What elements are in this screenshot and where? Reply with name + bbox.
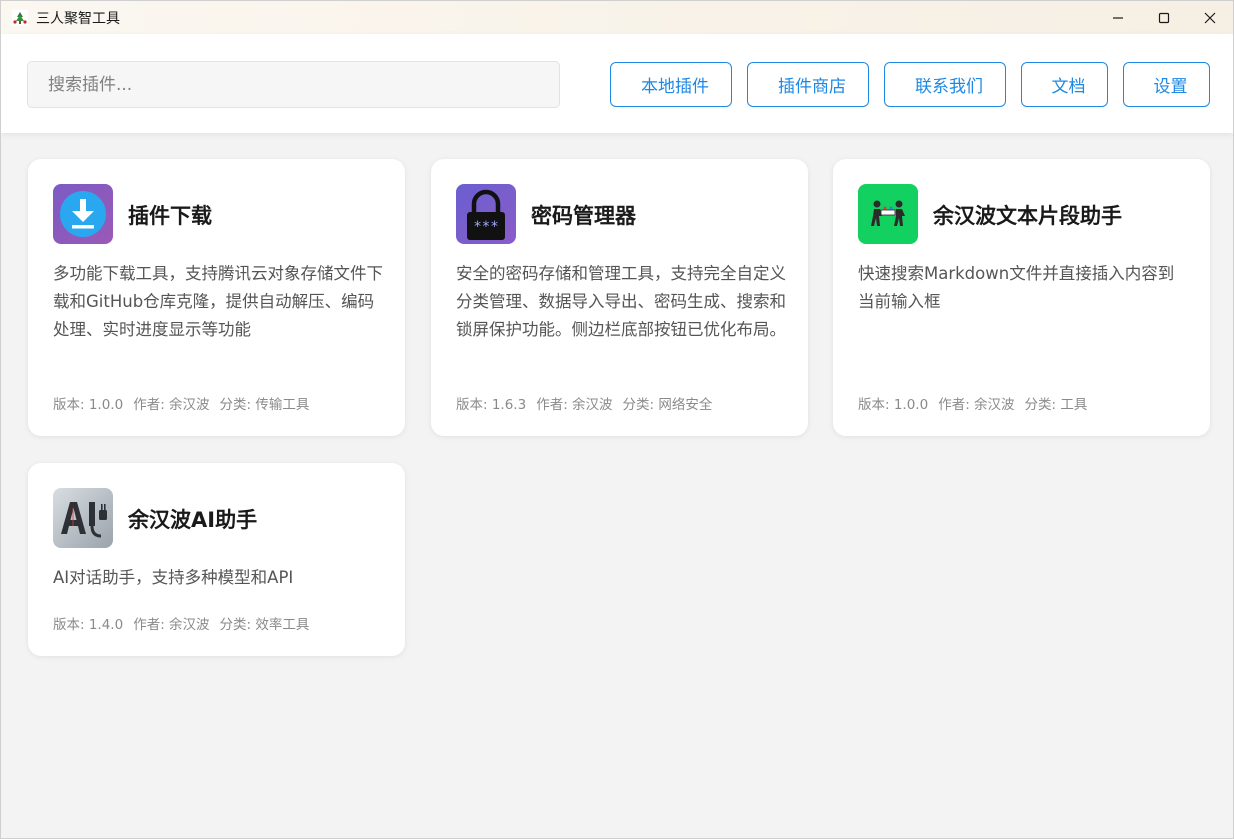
plugin-author: 作者: 余汉波	[938, 397, 1015, 413]
plugin-description: 多功能下载工具，支持腾讯云对象存储文件下载和GitHub仓库克隆，提供自动解压、…	[53, 264, 383, 339]
plugin-description: 安全的密码存储和管理工具，支持完全自定义分类管理、数据导入导出、密码生成、搜索和…	[456, 264, 786, 339]
plugin-version: 版本: 1.4.0	[53, 617, 124, 633]
plugin-meta: 版本: 1.4.0 作者: 余汉波 分类: 效率工具	[53, 613, 309, 633]
plugin-author: 作者: 余汉波	[133, 397, 210, 413]
svg-text:***: ***	[473, 219, 498, 235]
docs-button[interactable]: 文档	[1021, 62, 1108, 107]
plugin-title: 余汉波AI助手	[128, 508, 258, 532]
plugin-category: 分类: 网络安全	[622, 397, 713, 413]
plugin-store-button[interactable]: 插件商店	[747, 62, 869, 107]
maximize-button[interactable]	[1141, 1, 1187, 34]
toolbar-header: 本地插件 插件商店 联系我们 文档 设置	[1, 34, 1233, 133]
plugin-category: 分类: 工具	[1024, 397, 1088, 413]
plugin-card-text-snippet[interactable]: 余汉波文本片段助手 快速搜索Markdown文件并直接插入内容到当前输入框 版本…	[833, 159, 1210, 436]
local-plugins-button[interactable]: 本地插件	[610, 62, 732, 107]
close-icon	[1204, 12, 1216, 23]
plugin-version: 版本: 1.0.0	[53, 397, 124, 413]
maximize-icon	[1158, 12, 1170, 23]
contact-us-button[interactable]: 联系我们	[884, 62, 1006, 107]
search-input[interactable]	[27, 61, 560, 108]
plugin-title: 余汉波文本片段助手	[933, 204, 1122, 228]
plugin-category: 分类: 效率工具	[219, 617, 310, 633]
app-window: 三人聚智工具 本地插件 插件商店 联系我们 文档 设置	[0, 0, 1234, 839]
minimize-button[interactable]	[1095, 1, 1141, 34]
window-title: 三人聚智工具	[36, 10, 120, 27]
plugin-card-ai-assistant[interactable]: 余汉波AI助手 AI对话助手，支持多种模型和API 版本: 1.4.0 作者: …	[28, 463, 405, 656]
plugin-meta: 版本: 1.0.0 作者: 余汉波 分类: 传输工具	[53, 393, 309, 413]
plugin-category: 分类: 传输工具	[219, 397, 310, 413]
plugin-title: 密码管理器	[531, 204, 636, 228]
plugin-meta: 版本: 1.6.3 作者: 余汉波 分类: 网络安全	[456, 393, 712, 413]
plugin-description: 快速搜索Markdown文件并直接插入内容到当前输入框	[858, 264, 1175, 311]
minimize-icon	[1113, 16, 1123, 19]
ai-plug-icon	[53, 488, 113, 548]
title-bar[interactable]: 三人聚智工具	[1, 1, 1233, 34]
plugin-title: 插件下载	[128, 204, 212, 228]
plugin-meta: 版本: 1.0.0 作者: 余汉波 分类: 工具	[858, 393, 1087, 413]
app-logo-icon	[12, 9, 28, 26]
close-button[interactable]	[1187, 1, 1233, 34]
download-icon	[53, 184, 113, 244]
plugin-version: 版本: 1.0.0	[858, 397, 929, 413]
settings-button[interactable]: 设置	[1123, 62, 1210, 107]
window-controls	[1095, 1, 1233, 34]
plugin-version: 版本: 1.6.3	[456, 397, 527, 413]
plugin-author: 作者: 余汉波	[536, 397, 613, 413]
plugin-card-download[interactable]: 插件下载 多功能下载工具，支持腾讯云对象存储文件下载和GitHub仓库克隆，提供…	[28, 159, 405, 436]
people-carrying-icon	[858, 184, 918, 244]
plugin-author: 作者: 余汉波	[133, 617, 210, 633]
plugin-card-password-manager[interactable]: *** 密码管理器 安全的密码存储和管理工具，支持完全自定义分类管理、数据导入导…	[431, 159, 808, 436]
plugin-description: AI对话助手，支持多种模型和API	[53, 568, 294, 587]
padlock-icon: ***	[456, 184, 516, 244]
